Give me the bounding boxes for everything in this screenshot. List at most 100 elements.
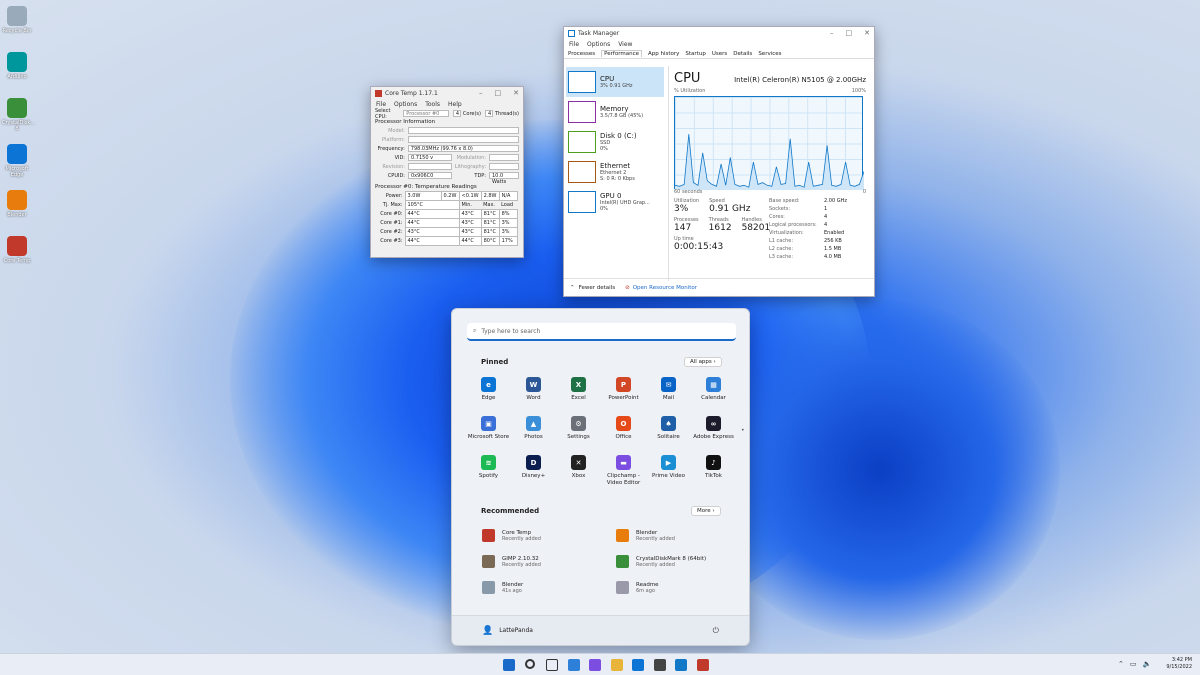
- chevron-up-icon[interactable]: ⌃: [1118, 660, 1124, 668]
- menu-options[interactable]: Options: [587, 41, 610, 48]
- pinned-app-office[interactable]: O Office: [601, 416, 646, 441]
- minimize-icon[interactable]: –: [479, 89, 483, 97]
- prime-video-icon: ▶: [661, 455, 676, 470]
- sidebar-item-memory[interactable]: Memory 3.5/7.8 GB (45%): [566, 97, 664, 127]
- core-label: Core #3:: [380, 238, 403, 244]
- desktop-icon-microsoft-edge[interactable]: Microsoft Edge: [2, 144, 32, 178]
- cpu-utilization-graph: [674, 96, 865, 190]
- recommended-item-gimp-2-10-32[interactable]: GIMP 2.10.32 Recently added: [482, 555, 541, 568]
- core-load: 17%: [498, 236, 518, 246]
- volume-icon[interactable]: 🔈: [1143, 660, 1152, 668]
- fewer-details-link[interactable]: Fewer details: [579, 285, 615, 291]
- tab-performance[interactable]: Performance: [601, 50, 642, 57]
- readme-icon: [616, 581, 629, 594]
- start-footer: 👤 LattePanda ⏻: [452, 615, 749, 645]
- sidebar-item-cpu[interactable]: CPU 3% 0.91 GHz: [566, 67, 664, 97]
- menu-help[interactable]: Help: [448, 101, 462, 108]
- pinned-app-solitaire[interactable]: ♠ Solitaire: [646, 416, 691, 441]
- pinned-app-disney[interactable]: D Disney+: [511, 455, 556, 480]
- desktop-icon-crystaldisk-8[interactable]: CrystalDisk... 8: [2, 98, 35, 132]
- store-icon[interactable]: [653, 659, 666, 671]
- desktop-icon-arduino[interactable]: Arduino: [2, 52, 32, 80]
- pinned-app-adobe-express[interactable]: ∞ Adobe Express: [691, 416, 736, 441]
- pinned-app-settings[interactable]: ⚙ Settings: [556, 416, 601, 441]
- page-dots-icon[interactable]: •: [741, 427, 745, 434]
- pinned-app-tiktok[interactable]: ♪ TikTok: [691, 455, 736, 480]
- pinned-app-microsoft-store[interactable]: ▣ Microsoft Store: [466, 416, 511, 441]
- tab-users[interactable]: Users: [712, 51, 727, 57]
- tab-processes[interactable]: Processes: [568, 51, 595, 57]
- task-manager-icon[interactable]: [675, 659, 687, 671]
- pinned-app-edge[interactable]: e Edge: [466, 377, 511, 402]
- recommended-item-blender[interactable]: Blender 41s ago: [482, 581, 523, 594]
- pinned-app-mail[interactable]: ✉ Mail: [646, 377, 691, 402]
- tab-details[interactable]: Details: [733, 51, 752, 57]
- desktop-icon-core-temp[interactable]: Core Temp: [2, 236, 32, 264]
- pinned-app-xbox[interactable]: ✕ Xbox: [556, 455, 601, 480]
- close-icon[interactable]: ✕: [864, 29, 870, 37]
- tab-startup[interactable]: Startup: [685, 51, 705, 57]
- fewer-details-chevron-icon[interactable]: ⌃: [570, 285, 575, 291]
- menu-options[interactable]: Options: [394, 101, 417, 108]
- pinned-app-label: Prime Video: [652, 473, 685, 479]
- pinned-app-clipchamp-video-editor[interactable]: ▬ Clipchamp - Video Editor: [601, 455, 646, 487]
- pinned-app-powerpoint[interactable]: P PowerPoint: [601, 377, 646, 402]
- maximize-icon[interactable]: □: [495, 89, 502, 97]
- user-avatar-icon[interactable]: 👤: [482, 626, 493, 636]
- recommended-item-readme[interactable]: Readme 6m ago: [616, 581, 659, 594]
- network-icon[interactable]: ▭: [1130, 660, 1137, 668]
- recommended-item-core-temp[interactable]: Core Temp Recently added: [482, 529, 541, 542]
- task-manager-window[interactable]: Task Manager – □ ✕ File Options View Proce…: [563, 26, 875, 297]
- edge-icon[interactable]: [632, 659, 644, 671]
- file-explorer-icon[interactable]: [610, 659, 623, 671]
- spec-row: Virtualization: Enabled: [769, 230, 847, 238]
- pinned-app-calendar[interactable]: ▦ Calendar: [691, 377, 736, 402]
- recommended-item-blender[interactable]: Blender Recently added: [616, 529, 675, 542]
- core-temp-titlebar[interactable]: Core Temp 1.17.1 – □ ✕: [371, 87, 523, 99]
- task-manager-titlebar[interactable]: Task Manager – □ ✕: [564, 27, 874, 39]
- chat-icon[interactable]: [589, 659, 601, 671]
- graph-time-left: 60 seconds: [674, 189, 703, 195]
- windows-icon[interactable]: [503, 659, 515, 671]
- sidebar-item-disk-0-c[interactable]: Disk 0 (C:) SSD 0%: [566, 127, 664, 157]
- recommended-sub: 41s ago: [502, 587, 522, 594]
- core-temp-icon[interactable]: [696, 659, 709, 671]
- microsoft-edge-icon: [7, 144, 27, 164]
- desktop-icon-blender[interactable]: Blender: [2, 190, 32, 218]
- clock[interactable]: 3:42 PM 9/15/2022: [1162, 657, 1192, 671]
- tab-services[interactable]: Services: [758, 51, 781, 57]
- user-name[interactable]: LattePanda: [499, 627, 533, 634]
- pinned-app-prime-video[interactable]: ▶ Prime Video: [646, 455, 691, 480]
- all-apps-button[interactable]: All apps ›: [684, 357, 722, 367]
- minimize-icon[interactable]: –: [830, 29, 834, 37]
- menu-file[interactable]: File: [569, 41, 579, 48]
- core-temp-window[interactable]: Core Temp 1.17.1 – □ ✕ File Options Tools …: [370, 86, 524, 258]
- open-resource-monitor-link[interactable]: Open Resource Monitor: [633, 285, 697, 291]
- pinned-app-photos[interactable]: ▲ Photos: [511, 416, 556, 441]
- menu-tools[interactable]: Tools: [425, 101, 440, 108]
- desktop-icon-recycle-bin[interactable]: Recycle Bin: [2, 6, 32, 34]
- tjmax-row: Tj. Max: 105°C Min. Max. Load: [375, 200, 517, 210]
- core-temp-icon: [7, 236, 27, 256]
- sidebar-item-gpu-0[interactable]: GPU 0 Intel(R) UHD Grap... 0%: [566, 187, 664, 217]
- menu-view[interactable]: View: [618, 41, 632, 48]
- pinned-app-word[interactable]: W Word: [511, 377, 556, 402]
- search-icon[interactable]: [524, 659, 535, 669]
- tab-app-history[interactable]: App history: [648, 51, 679, 57]
- close-icon[interactable]: ✕: [513, 89, 519, 97]
- menu-file[interactable]: File: [376, 101, 386, 108]
- task-view-icon[interactable]: [546, 659, 558, 671]
- recommended-text: CrystalDiskMark 8 (64bit) Recently added: [636, 556, 706, 568]
- maximize-icon[interactable]: □: [846, 29, 853, 37]
- power-icon[interactable]: ⏻: [713, 626, 719, 636]
- sidebar-item-ethernet[interactable]: Ethernet Ethernet 2 S: 0 R: 0 Kbps: [566, 157, 664, 187]
- start-search-box[interactable]: ⌕ Type here to search: [467, 323, 736, 341]
- recommended-item-crystaldiskmark-8-64bit[interactable]: CrystalDiskMark 8 (64bit) Recently added: [616, 555, 706, 568]
- more-button[interactable]: More ›: [691, 506, 721, 516]
- pinned-app-spotify[interactable]: ≋ Spotify: [466, 455, 511, 480]
- col-min-label: Min.: [461, 202, 472, 208]
- start-menu: ⌕ Type here to search Pinned All apps › …: [451, 308, 750, 646]
- widgets-icon[interactable]: [567, 659, 580, 671]
- select-cpu-dropdown[interactable]: Processor #0: [403, 110, 449, 117]
- pinned-app-excel[interactable]: X Excel: [556, 377, 601, 402]
